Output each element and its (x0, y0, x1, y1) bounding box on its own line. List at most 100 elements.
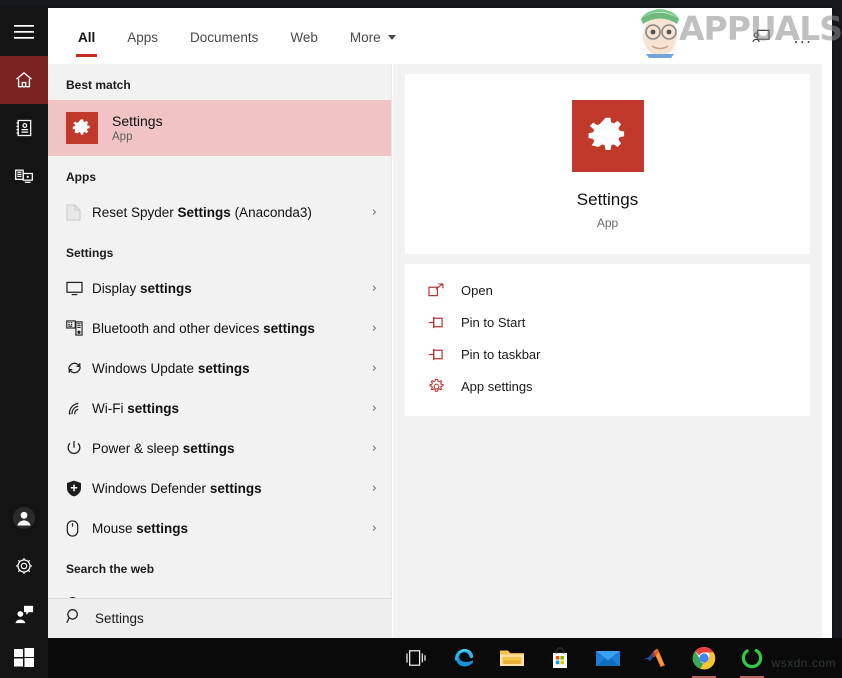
chevron-right-icon[interactable]: › (359, 361, 377, 376)
search-results-list[interactable]: Best match Settings App Apps Reset Spyde… (48, 64, 392, 638)
best-match-result-settings[interactable]: Settings App (48, 100, 391, 156)
chevron-right-icon[interactable]: › (359, 281, 377, 296)
label-prefix: Mouse (92, 520, 137, 536)
list-item-display-settings[interactable]: Display settings › (48, 268, 391, 308)
preview-subtitle: App (596, 216, 619, 230)
tab-apps[interactable]: Apps (111, 8, 174, 64)
action-open[interactable]: Open (405, 274, 810, 306)
open-external-icon (427, 282, 445, 298)
label-prefix: Bluetooth and other devices (92, 320, 264, 336)
label-bold: settings (127, 400, 179, 416)
list-item-wifi-settings[interactable]: Wi-Fi settings › (48, 388, 391, 428)
settings-gear-tile-icon (66, 112, 98, 144)
list-item-label: Windows Update settings (92, 361, 359, 376)
search-input-value: Settings (95, 611, 144, 626)
task-view-icon[interactable] (392, 638, 440, 678)
label-suffix: (Anaconda3) (230, 204, 312, 220)
feedback-icon[interactable] (746, 22, 776, 52)
rail-item-notebook[interactable] (0, 104, 48, 152)
header-actions: ... (746, 22, 818, 52)
list-item-label: Power & sleep settings (92, 441, 359, 456)
section-best-match: Best match (66, 78, 131, 92)
list-item-bluetooth-settings[interactable]: Bluetooth and other devices settings › (48, 308, 391, 348)
chevron-right-icon[interactable]: › (359, 481, 377, 496)
rail-item-devices[interactable] (0, 152, 48, 200)
list-item-windows-update-settings[interactable]: Windows Update settings › (48, 348, 391, 388)
search-header: All Apps Documents Web More ... (48, 8, 832, 64)
taskbar-watermark: wsxdn.com (771, 656, 836, 670)
chevron-down-icon (387, 35, 396, 40)
chevron-right-icon[interactable]: › (359, 401, 377, 416)
more-options-label: ... (793, 27, 813, 47)
section-search-the-web: Search the web (66, 562, 155, 576)
tab-apps-label: Apps (127, 30, 159, 45)
pin-icon (427, 315, 445, 330)
action-pin-to-taskbar[interactable]: Pin to taskbar (405, 338, 810, 370)
tab-all-label: All (78, 30, 96, 45)
tab-documents-label: Documents (190, 30, 259, 45)
matlab-icon[interactable] (632, 638, 680, 678)
tab-more[interactable]: More (334, 8, 412, 64)
microsoft-store-icon[interactable] (536, 638, 584, 678)
pin-icon (427, 347, 445, 362)
tab-more-label: More (349, 30, 381, 45)
list-item-label: Wi-Fi settings (92, 401, 359, 416)
list-item-label: Bluetooth and other devices settings (92, 321, 359, 336)
rail-item-settings[interactable] (0, 542, 48, 590)
list-item-reset-spyder-settings[interactable]: Reset Spyder Settings (Anaconda3) › (48, 192, 391, 232)
bluetooth-devices-icon (66, 320, 92, 336)
preview-hero-card: Settings App (405, 74, 810, 254)
tab-all[interactable]: All (62, 8, 111, 64)
list-item-mouse-settings[interactable]: Mouse settings › (48, 508, 391, 548)
file-explorer-icon[interactable] (488, 638, 536, 678)
tab-web[interactable]: Web (274, 8, 334, 64)
chevron-right-icon[interactable]: › (359, 441, 377, 456)
best-match-title: Settings (112, 113, 163, 129)
rail-item-feedback[interactable] (0, 590, 48, 638)
label-bold: settings (197, 360, 250, 376)
label-bold: settings (136, 520, 189, 536)
spinner-ring-icon[interactable] (728, 638, 776, 678)
rail-item-home[interactable] (0, 56, 48, 104)
best-match-text: Settings App (112, 113, 163, 143)
chevron-right-icon[interactable]: › (359, 321, 377, 336)
action-label: Pin to Start (461, 314, 526, 330)
monitor-icon (66, 281, 92, 296)
label-prefix: Windows Defender (92, 480, 210, 496)
list-item-label: Windows Defender settings (92, 481, 359, 496)
label-bold: settings (209, 480, 262, 496)
list-item-label: Reset Spyder Settings (Anaconda3) (92, 205, 359, 220)
windows-start-icon[interactable] (0, 638, 48, 678)
mouse-icon (66, 519, 92, 537)
windows-search-flyout: All Apps Documents Web More ... Best mat… (0, 8, 832, 638)
label-prefix: Power & sleep (92, 440, 183, 456)
chrome-icon[interactable] (680, 638, 728, 678)
label-prefix: Wi-Fi (92, 400, 128, 416)
shield-icon (66, 480, 92, 497)
tab-web-label: Web (290, 30, 318, 45)
action-label: Pin to taskbar (461, 346, 541, 362)
screen: All Apps Documents Web More ... Best mat… (0, 0, 842, 678)
section-settings: Settings (66, 246, 114, 260)
list-item-power-sleep-settings[interactable]: Power & sleep settings › (48, 428, 391, 468)
hamburger-menu-button[interactable] (0, 8, 48, 56)
preview-title: Settings (576, 190, 639, 209)
refresh-icon (66, 360, 92, 376)
action-app-settings[interactable]: App settings (405, 370, 810, 402)
search-tabs: All Apps Documents Web More (62, 8, 412, 64)
action-label: Open (461, 282, 493, 298)
search-input-box[interactable]: Settings (48, 598, 392, 638)
edge-browser-icon[interactable] (440, 638, 488, 678)
tab-documents[interactable]: Documents (174, 8, 274, 64)
search-left-rail (0, 8, 48, 638)
action-label: App settings (461, 378, 533, 394)
mail-icon[interactable] (584, 638, 632, 678)
rail-item-account[interactable] (0, 494, 48, 542)
label-bold: Settings (177, 204, 231, 220)
more-options-icon[interactable]: ... (788, 22, 818, 52)
action-pin-to-start[interactable]: Pin to Start (405, 306, 810, 338)
chevron-right-icon[interactable]: › (359, 521, 377, 536)
list-item-windows-defender-settings[interactable]: Windows Defender settings › (48, 468, 391, 508)
label-bold: settings (182, 440, 235, 456)
chevron-right-icon[interactable]: › (359, 205, 377, 220)
